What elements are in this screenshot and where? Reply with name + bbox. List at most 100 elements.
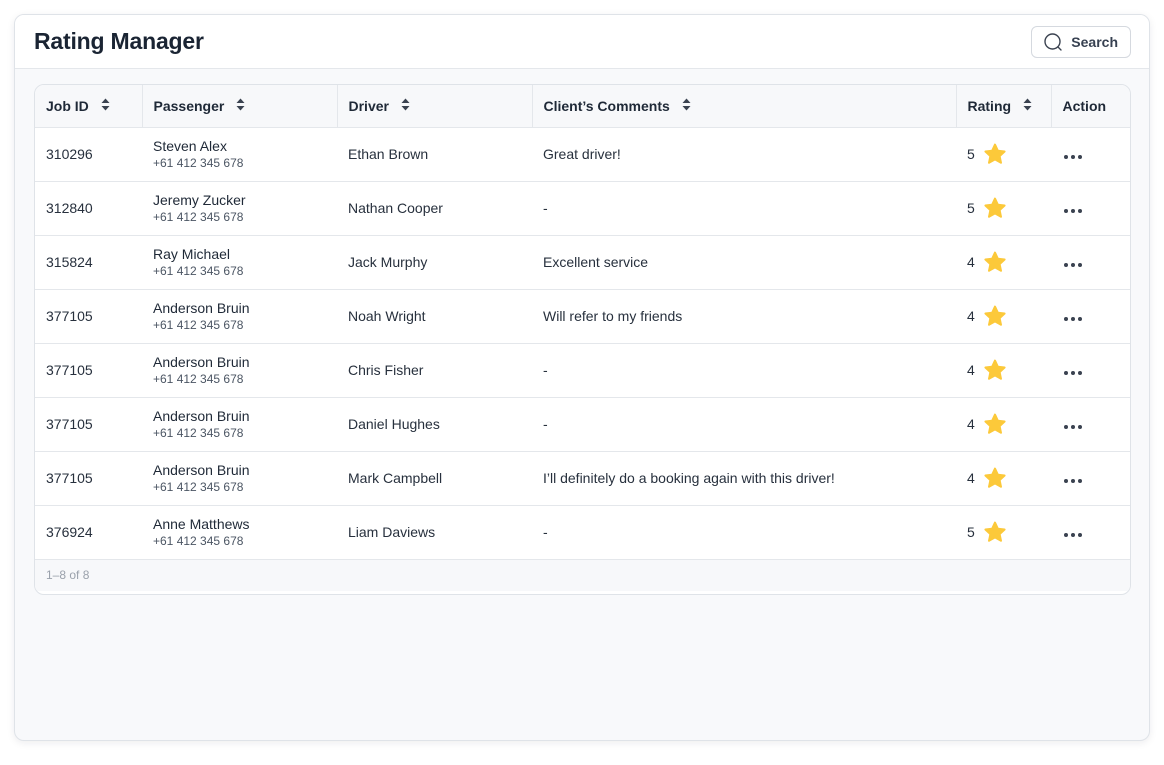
column-header-comments[interactable]: Client’s Comments (532, 85, 957, 128)
client-comment: - (543, 362, 548, 378)
job-id: 377105 (46, 308, 93, 324)
star-icon (983, 251, 1007, 274)
rating-cell: 5 (956, 181, 1051, 235)
action-cell (1051, 397, 1130, 451)
driver-name: Noah Wright (348, 308, 426, 324)
driver-name: Mark Campbell (348, 470, 443, 486)
more-icon[interactable] (1062, 151, 1084, 163)
more-icon[interactable] (1062, 205, 1084, 217)
passenger-phone: +61 412 345 678 (153, 533, 244, 548)
page-title: Rating Manager (34, 28, 204, 54)
passenger-name: Ray Michael (153, 245, 231, 262)
table-row[interactable]: 377105 Anderson Bruin +61 412 345 678 Mark … (35, 451, 1130, 505)
star-icon (983, 413, 1007, 436)
job-id-cell: 377105 (35, 289, 142, 343)
comment-cell: - (532, 343, 956, 397)
driver-name: Chris Fisher (348, 362, 424, 378)
job-id: 310296 (46, 146, 93, 162)
rating-value: 5 (967, 524, 975, 540)
passenger-cell: Jeremy Zucker +61 412 345 678 (142, 181, 337, 235)
action-cell (1051, 343, 1130, 397)
driver-name: Nathan Cooper (348, 200, 443, 216)
comment-cell: Great driver! (532, 127, 956, 181)
column-header-rating[interactable]: Rating (956, 85, 1052, 128)
passenger-phone: +61 412 345 678 (153, 371, 244, 386)
more-icon[interactable] (1062, 367, 1084, 379)
search-button[interactable]: Search (1031, 25, 1131, 58)
table-row[interactable]: 310296 Steven Alex +61 412 345 678 Ethan Br… (35, 127, 1130, 181)
action-cell (1051, 127, 1130, 181)
client-comment: - (543, 524, 548, 540)
job-id: 312840 (46, 200, 93, 216)
app-window: Rating Manager Search Job ID Passenger D… (14, 14, 1150, 741)
more-icon[interactable] (1062, 421, 1084, 433)
passenger-cell: Steven Alex +61 412 345 678 (142, 127, 337, 181)
rating-value: 4 (967, 362, 975, 378)
driver-cell: Chris Fisher (337, 343, 532, 397)
driver-name: Daniel Hughes (348, 416, 440, 432)
rating-value: 5 (967, 200, 975, 216)
column-header-job-id[interactable]: Job ID (35, 85, 143, 128)
passenger-cell: Anderson Bruin +61 412 345 678 (142, 397, 337, 451)
passenger-name: Anne Matthews (153, 515, 250, 532)
pagination-info: 1–8 of 8 (46, 568, 90, 582)
passenger-cell: Anderson Bruin +61 412 345 678 (142, 343, 337, 397)
driver-cell: Daniel Hughes (337, 397, 532, 451)
column-label: Driver (348, 97, 389, 114)
star-icon (983, 143, 1007, 166)
rating-cell: 4 (956, 397, 1051, 451)
column-label: Client’s Comments (543, 97, 670, 114)
driver-name: Jack Murphy (348, 254, 428, 270)
table-row[interactable]: 376924 Anne Matthews +61 412 345 678 Liam D… (35, 505, 1130, 559)
driver-cell: Liam Daviews (337, 505, 532, 559)
table-row[interactable]: 377105 Anderson Bruin +61 412 345 678 Noah … (35, 289, 1130, 343)
action-cell (1051, 235, 1130, 289)
job-id: 315824 (46, 254, 93, 270)
sort-icon[interactable] (236, 98, 245, 114)
sort-icon[interactable] (1023, 98, 1032, 114)
job-id-cell: 377105 (35, 397, 142, 451)
driver-cell: Nathan Cooper (337, 181, 532, 235)
driver-cell: Ethan Brown (337, 127, 532, 181)
comment-cell: - (532, 397, 956, 451)
passenger-name: Anderson Bruin (153, 299, 250, 316)
column-header-driver[interactable]: Driver (337, 85, 533, 128)
column-label: Job ID (46, 97, 89, 114)
star-icon (983, 359, 1007, 382)
table-row[interactable]: 377105 Anderson Bruin +61 412 345 678 Chris… (35, 343, 1130, 397)
passenger-phone: +61 412 345 678 (153, 317, 244, 332)
rating-cell: 5 (956, 127, 1051, 181)
search-icon (1043, 32, 1063, 52)
star-icon (983, 521, 1007, 544)
more-icon[interactable] (1062, 313, 1084, 325)
passenger-name: Anderson Bruin (153, 407, 250, 424)
table-header-row: Job ID Passenger Driver Client’s Comment… (35, 85, 1130, 128)
comment-cell: - (532, 181, 956, 235)
rating-cell: 5 (956, 505, 1051, 559)
sort-icon[interactable] (682, 98, 691, 114)
driver-cell: Mark Campbell (337, 451, 532, 505)
sort-icon[interactable] (101, 98, 110, 114)
job-id-cell: 377105 (35, 343, 142, 397)
passenger-phone: +61 412 345 678 (153, 263, 244, 278)
job-id-cell: 310296 (35, 127, 142, 181)
table-row[interactable]: 312840 Jeremy Zucker +61 412 345 678 Nathan… (35, 181, 1130, 235)
comment-cell: Excellent service (532, 235, 956, 289)
table-footer: 1–8 of 8 (35, 559, 1130, 591)
client-comment: Great driver! (543, 146, 621, 162)
sort-icon[interactable] (401, 98, 410, 114)
page-header: Rating Manager Search (15, 15, 1149, 69)
more-icon[interactable] (1062, 475, 1084, 487)
column-header-passenger[interactable]: Passenger (142, 85, 338, 128)
more-icon[interactable] (1062, 529, 1084, 541)
table-row[interactable]: 377105 Anderson Bruin +61 412 345 678 Danie… (35, 397, 1130, 451)
passenger-phone: +61 412 345 678 (153, 155, 244, 170)
passenger-cell: Anderson Bruin +61 412 345 678 (142, 451, 337, 505)
passenger-name: Anderson Bruin (153, 461, 250, 478)
more-icon[interactable] (1062, 259, 1084, 271)
job-id-cell: 315824 (35, 235, 142, 289)
column-label: Action (1062, 97, 1107, 114)
action-cell (1051, 181, 1130, 235)
star-icon (983, 197, 1007, 220)
table-row[interactable]: 315824 Ray Michael +61 412 345 678 Jack Mur… (35, 235, 1130, 289)
